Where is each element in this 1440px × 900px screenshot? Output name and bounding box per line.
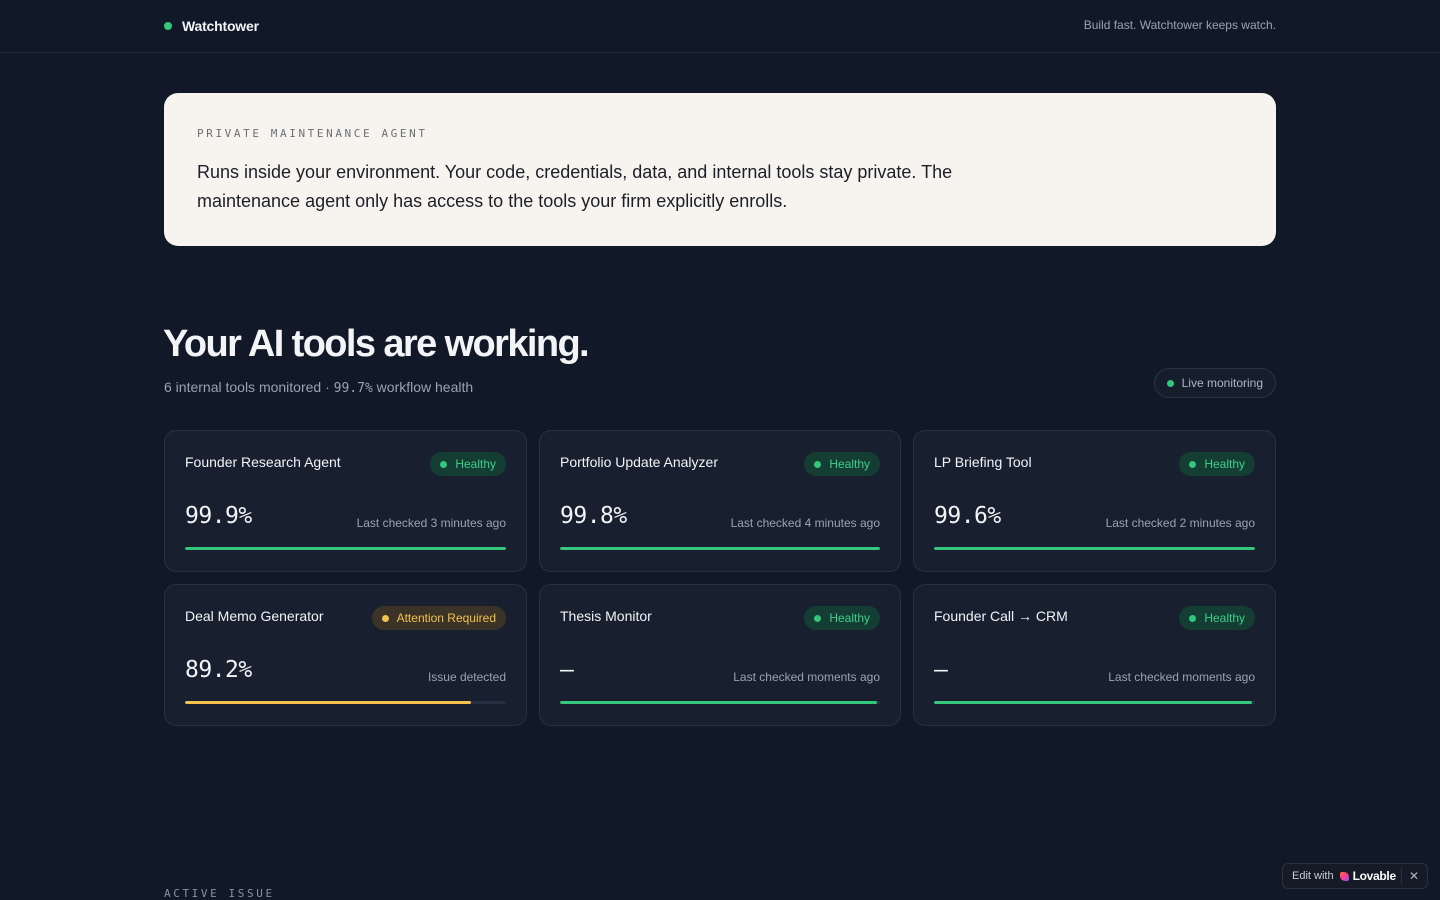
tool-card[interactable]: Thesis Monitor Healthy – Last checked mo… — [539, 584, 901, 726]
health-bar-fill — [934, 547, 1255, 550]
uptime-metric: 99.6% — [934, 503, 1001, 529]
tool-card[interactable]: Deal Memo Generator Attention Required 8… — [164, 584, 527, 726]
tool-name: LP Briefing Tool — [934, 454, 1032, 470]
health-bar-fill — [934, 701, 1252, 704]
lovable-wordmark: Lovable — [1352, 869, 1397, 883]
health-bar — [560, 547, 880, 550]
status-badge: Attention Required — [371, 606, 506, 630]
brand-name: Watchtower — [182, 18, 259, 34]
last-checked: Issue detected — [427, 670, 506, 684]
status-label: Attention Required — [396, 611, 496, 625]
tool-name: Deal Memo Generator — [185, 608, 324, 624]
workflow-health-value: 99.7% — [333, 381, 373, 396]
edit-with-lovable-badge[interactable]: Edit with Lovable ✕ — [1282, 863, 1428, 889]
status-badge: Healthy — [1179, 452, 1255, 476]
status-dot-icon — [814, 460, 822, 468]
notice-label: PRIVATE MAINTENANCE AGENT — [197, 127, 428, 140]
uptime-metric: – — [560, 657, 574, 683]
health-bar-fill — [560, 547, 880, 550]
top-bar: Watchtower Build fast. Watchtower keeps … — [0, 0, 1440, 53]
uptime-metric: – — [934, 657, 948, 683]
brand-logo[interactable]: Watchtower — [164, 17, 259, 35]
status-badge: Healthy — [804, 452, 880, 476]
status-label: Healthy — [1204, 457, 1245, 471]
uptime-metric: 89.2% — [185, 657, 252, 683]
status-dot-icon — [1189, 614, 1197, 622]
health-bar-fill — [560, 701, 877, 704]
health-bar — [934, 701, 1255, 704]
health-bar — [185, 701, 506, 704]
notice-body: Runs inside your environment. Your code,… — [197, 162, 953, 211]
privacy-notice-card: PRIVATE MAINTENANCE AGENT Runs inside yo… — [164, 93, 1276, 246]
status-dot-icon — [381, 614, 389, 622]
health-bar-fill — [185, 701, 472, 704]
tool-card[interactable]: Portfolio Update Analyzer Healthy 99.8% … — [539, 430, 901, 572]
last-checked: Last checked moments ago — [733, 670, 880, 684]
tagline: Build fast. Watchtower keeps watch. — [1083, 18, 1276, 32]
tool-card[interactable]: LP Briefing Tool Healthy 99.6% Last chec… — [913, 430, 1276, 572]
tool-cards-grid: Founder Research Agent Healthy 99.9% Las… — [164, 430, 1276, 726]
status-badge: Healthy — [430, 452, 506, 476]
health-bar-fill — [185, 547, 506, 550]
divider — [1401, 868, 1402, 884]
last-checked: Last checked 4 minutes ago — [730, 516, 880, 530]
page: Watchtower Build fast. Watchtower keeps … — [0, 0, 1440, 900]
last-checked: Last checked moments ago — [1108, 670, 1255, 684]
status-dot-icon — [164, 22, 172, 30]
uptime-metric: 99.8% — [560, 503, 627, 529]
health-bar — [185, 547, 506, 550]
status-dot-icon — [814, 614, 822, 622]
active-issue-heading: ACTIVE ISSUE — [164, 887, 275, 900]
status-dot-icon — [1189, 460, 1197, 468]
status-badge: Healthy — [1179, 606, 1255, 630]
page-title: Your AI tools are working. — [163, 323, 590, 365]
last-checked: Last checked 2 minutes ago — [1105, 516, 1255, 530]
tool-card[interactable]: Founder Research Agent Healthy 99.9% Las… — [164, 430, 527, 572]
live-monitoring-badge: Live monitoring — [1153, 368, 1276, 398]
status-label: Healthy — [1204, 611, 1245, 625]
tool-name: Portfolio Update Analyzer — [560, 454, 718, 470]
status-label: Healthy — [829, 611, 870, 625]
tool-name: Founder Research Agent — [185, 454, 341, 470]
health-bar — [560, 701, 880, 704]
status-label: Healthy — [455, 457, 496, 471]
live-dot-icon — [1166, 379, 1174, 387]
health-bar — [934, 547, 1255, 550]
monitoring-summary: 6 internal tools monitored · 99.7% workf… — [164, 379, 473, 396]
tool-name: Founder Call → CRM — [934, 608, 1068, 624]
status-dot-icon — [440, 460, 448, 468]
live-monitoring-label: Live monitoring — [1181, 376, 1263, 390]
workflow-health-text: workflow health — [372, 379, 474, 395]
last-checked: Last checked 3 minutes ago — [356, 516, 506, 530]
status-badge: Healthy — [804, 606, 880, 630]
tool-name: Thesis Monitor — [560, 608, 652, 624]
close-icon[interactable]: ✕ — [1409, 869, 1419, 883]
tool-card[interactable]: Founder Call → CRM Healthy – Last checke… — [913, 584, 1276, 726]
tools-monitored-text: 6 internal tools monitored · — [164, 379, 334, 395]
status-label: Healthy — [829, 457, 870, 471]
edit-with-label: Edit with — [1292, 870, 1334, 882]
lovable-heart-icon — [1339, 871, 1349, 881]
uptime-metric: 99.9% — [185, 503, 252, 529]
